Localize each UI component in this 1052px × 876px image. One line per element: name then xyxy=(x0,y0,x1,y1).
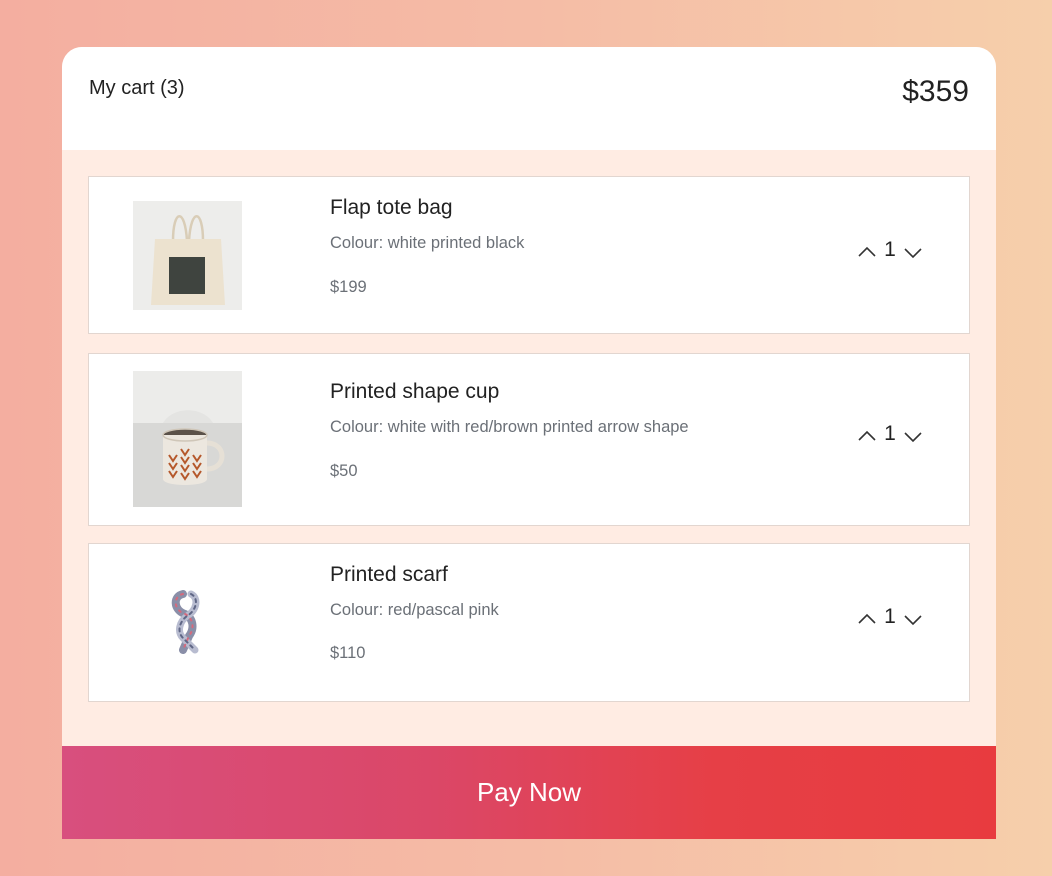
chevron-up-icon[interactable] xyxy=(857,240,877,264)
chevron-up-icon[interactable] xyxy=(857,424,877,448)
chevron-down-icon[interactable] xyxy=(903,240,923,264)
quantity-stepper: 1 xyxy=(857,422,923,450)
item-price: $50 xyxy=(330,462,358,480)
cart-title: My cart (3) xyxy=(89,77,185,99)
cart-header: My cart (3) $359 xyxy=(62,47,996,150)
quantity-stepper: 1 xyxy=(857,238,923,266)
item-name: Printed shape cup xyxy=(330,380,500,403)
item-price: $199 xyxy=(330,278,367,296)
cart-item-tote-bag: Flap tote bag Colour: white printed blac… xyxy=(88,176,970,334)
quantity-stepper: 1 xyxy=(857,605,923,633)
item-price: $110 xyxy=(330,644,366,662)
chevron-down-icon[interactable] xyxy=(903,607,923,631)
chevron-down-icon[interactable] xyxy=(903,424,923,448)
item-name: Flap tote bag xyxy=(330,196,453,219)
quantity-value: 1 xyxy=(884,238,896,261)
chevron-up-icon[interactable] xyxy=(857,607,877,631)
pay-now-button[interactable]: Pay Now xyxy=(62,746,996,839)
quantity-value: 1 xyxy=(884,422,896,445)
item-colour: Colour: white printed black xyxy=(330,234,525,252)
cart-item-cup: Printed shape cup Colour: white with red… xyxy=(88,353,970,526)
tote-bag-image xyxy=(133,201,242,310)
item-colour: Colour: white with red/brown printed arr… xyxy=(330,418,689,436)
quantity-value: 1 xyxy=(884,605,896,628)
item-colour: Colour: red/pascal pink xyxy=(330,601,499,619)
cart-total: $359 xyxy=(902,75,969,108)
scarf-image xyxy=(133,588,242,660)
cart-card: My cart (3) $359 Flap tote bag Colour: w… xyxy=(62,47,996,839)
cup-image xyxy=(133,371,242,507)
cart-item-scarf: Printed scarf Colour: red/pascal pink $1… xyxy=(88,543,970,702)
item-name: Printed scarf xyxy=(330,563,448,586)
